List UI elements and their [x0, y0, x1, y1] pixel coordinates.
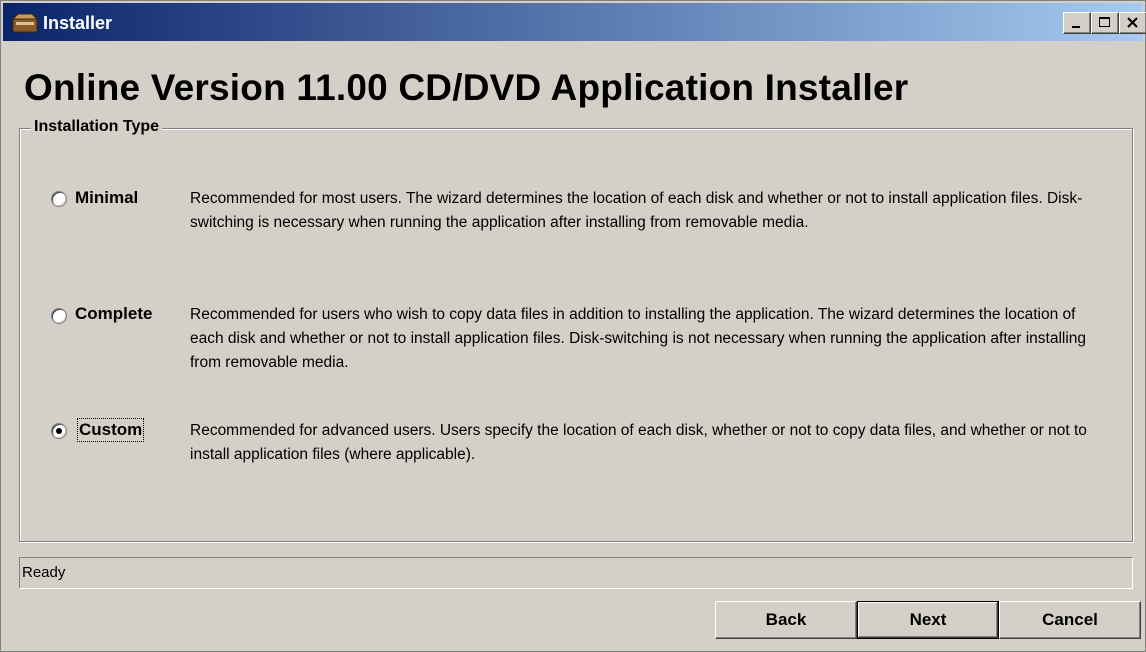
radio-selected-dot — [56, 428, 62, 434]
window-title: Installer — [43, 13, 113, 33]
installer-window: Installer Online Version 11.00 CD/DVD Ap… — [0, 0, 1146, 652]
radio-minimal[interactable] — [51, 191, 67, 207]
option-description-minimal: Recommended for most users. The wizard d… — [190, 190, 1083, 231]
radio-complete[interactable] — [51, 308, 67, 324]
minimize-button[interactable] — [1063, 12, 1091, 34]
maximize-icon — [1099, 17, 1110, 27]
option-description-custom: Recommended for advanced users. Users sp… — [190, 422, 1087, 463]
option-label-custom[interactable]: Custom — [76, 418, 145, 442]
installer-box-icon — [12, 13, 38, 33]
radio-custom[interactable] — [51, 423, 67, 439]
close-icon — [1127, 17, 1138, 28]
title-bar[interactable]: Installer — [3, 3, 1146, 41]
minimize-icon — [1072, 26, 1080, 28]
cancel-button[interactable]: Cancel — [999, 601, 1141, 639]
close-button[interactable] — [1119, 12, 1146, 34]
option-label-complete[interactable]: Complete — [75, 304, 152, 324]
group-label: Installation Type — [31, 118, 163, 136]
maximize-button[interactable] — [1091, 12, 1119, 34]
status-bar: Ready — [19, 557, 1133, 589]
next-button[interactable]: Next — [857, 601, 999, 639]
page-title: Online Version 11.00 CD/DVD Application … — [24, 67, 909, 108]
option-label-minimal[interactable]: Minimal — [75, 188, 138, 208]
back-button[interactable]: Back — [715, 601, 857, 639]
option-description-complete: Recommended for users who wish to copy d… — [190, 306, 1087, 371]
